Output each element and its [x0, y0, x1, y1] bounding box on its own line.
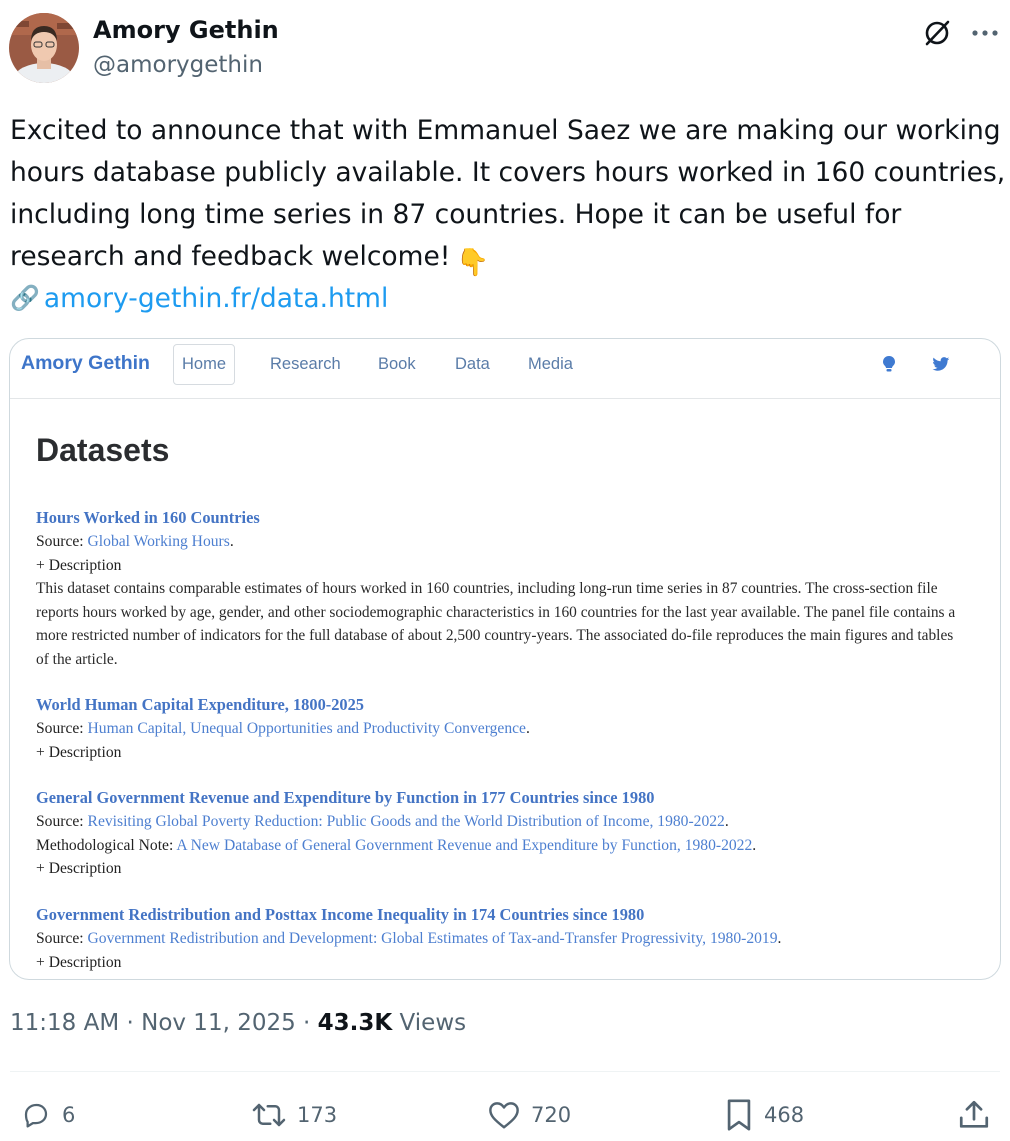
source-end: . [777, 930, 782, 947]
note-label: Methodological Note: [36, 836, 177, 854]
description-toggle[interactable]: + Description [36, 951, 976, 975]
meta-separator: · [119, 1010, 142, 1036]
source-end: . [229, 533, 234, 550]
dataset-title[interactable]: World Human Capital Expenditure, 1800-20… [36, 693, 976, 717]
dataset-source: Source: Global Working Hours. [36, 530, 976, 554]
source-label: Source: [36, 813, 88, 830]
like-button[interactable]: 720 [487, 1095, 571, 1135]
reply-count: 6 [62, 1103, 76, 1127]
post-time[interactable]: 11:18 AM [10, 1010, 119, 1036]
source-link[interactable]: Revisiting Global Poverty Reduction: Pub… [88, 813, 725, 830]
repost-count: 173 [297, 1103, 338, 1127]
source-label: Source: [36, 930, 88, 947]
source-end: . [525, 720, 530, 737]
pointing-down-emoji: 👇 [456, 247, 490, 278]
divider [10, 1071, 1000, 1072]
share-icon [959, 1100, 989, 1128]
source-label: Source: [36, 720, 88, 737]
grok-icon[interactable] [918, 14, 956, 52]
like-count: 720 [531, 1103, 572, 1127]
dataset-source: Source: Revisiting Global Poverty Reduct… [36, 810, 976, 834]
image-card[interactable]: Amory Gethin Home Research Book Data Med… [9, 338, 1001, 980]
note-end: . [752, 836, 757, 854]
bookmark-button[interactable]: 468 [724, 1095, 804, 1135]
nav-home[interactable]: Home [173, 344, 236, 385]
avatar[interactable] [9, 13, 79, 83]
post-meta: 11:18 AM · Nov 11, 2025 · 43.3K Views [10, 1010, 466, 1036]
dataset-title[interactable]: Government Redistribution and Posttax In… [36, 903, 976, 927]
post-text-line: including long time series in 87 countri… [10, 199, 902, 230]
source-link[interactable]: Global Working Hours [88, 533, 230, 550]
dataset-title[interactable]: Hours Worked in 160 Countries [36, 506, 976, 530]
datasets-heading: Datasets [36, 432, 170, 468]
link-row[interactable]: 🔗 amory-gethin.fr/data.html [10, 277, 388, 319]
bookmark-icon [727, 1099, 751, 1131]
source-link[interactable]: Government Redistribution and Developmen… [88, 930, 778, 947]
description-toggle[interactable]: + Description [36, 741, 976, 765]
description-toggle[interactable]: + Description [36, 554, 976, 578]
share-button[interactable] [957, 1095, 991, 1135]
source-end: . [724, 813, 729, 830]
dataset-description: This dataset contains comparable estimat… [36, 580, 956, 668]
source-link[interactable]: Human Capital, Unequal Opportunities and… [88, 720, 526, 737]
repost-icon [252, 1103, 286, 1127]
dataset-source: Source: Government Redistribution and De… [36, 927, 976, 951]
post-text-line: research and feedback welcome! [10, 241, 451, 272]
reply-icon [24, 1103, 48, 1128]
post-text: Excited to announce that with Emmanuel S… [10, 110, 1006, 278]
dataset-source: Source: Human Capital, Unequal Opportuni… [36, 717, 976, 741]
author-handle[interactable]: @amorygethin [93, 52, 263, 78]
nav-book[interactable]: Book [378, 344, 416, 385]
dataset-title[interactable]: General Government Revenue and Expenditu… [36, 786, 976, 810]
meta-separator: · [295, 1010, 318, 1036]
note-link[interactable]: A New Database of General Government Rev… [176, 837, 752, 854]
post-date[interactable]: Nov 11, 2025 [141, 1010, 296, 1036]
reply-button[interactable]: 6 [20, 1095, 75, 1135]
post-text-line: hours database publicly available. It co… [10, 157, 1006, 188]
nav-data[interactable]: Data [455, 344, 490, 385]
dataset-item: Government Redistribution and Posttax In… [36, 903, 976, 974]
link-icon: 🔗 [10, 284, 40, 312]
post-link[interactable]: amory-gethin.fr/data.html [44, 283, 388, 314]
nav-media[interactable]: Media [528, 344, 573, 385]
description-toggle[interactable]: + Description [36, 857, 976, 881]
nav-research[interactable]: Research [270, 344, 341, 385]
dataset-note: Methodological Note: A New Database of G… [36, 834, 976, 858]
more-options-icon[interactable] [966, 14, 1004, 52]
dataset-item: General Government Revenue and Expenditu… [36, 786, 976, 881]
heart-icon [489, 1102, 519, 1129]
site-navbar: Amory Gethin Home Research Book Data Med… [10, 339, 1000, 399]
bulb-icon[interactable] [879, 354, 899, 374]
repost-button[interactable]: 173 [251, 1095, 337, 1135]
site-brand[interactable]: Amory Gethin [21, 352, 150, 375]
twitter-icon[interactable] [931, 354, 951, 374]
views-label: Views [392, 1010, 467, 1036]
dataset-item: World Human Capital Expenditure, 1800-20… [36, 693, 976, 764]
author-name[interactable]: Amory Gethin [93, 16, 279, 44]
source-label: Source: [36, 533, 88, 550]
post-text-line-last: research and feedback welcome! 👇 [10, 236, 1000, 278]
dataset-item: Hours Worked in 160 Countries Source: Gl… [36, 506, 976, 671]
post-text-line: Excited to announce that with Emmanuel S… [10, 115, 1001, 146]
views-count: 43.3K [317, 1010, 393, 1036]
bookmark-count: 468 [764, 1103, 805, 1127]
